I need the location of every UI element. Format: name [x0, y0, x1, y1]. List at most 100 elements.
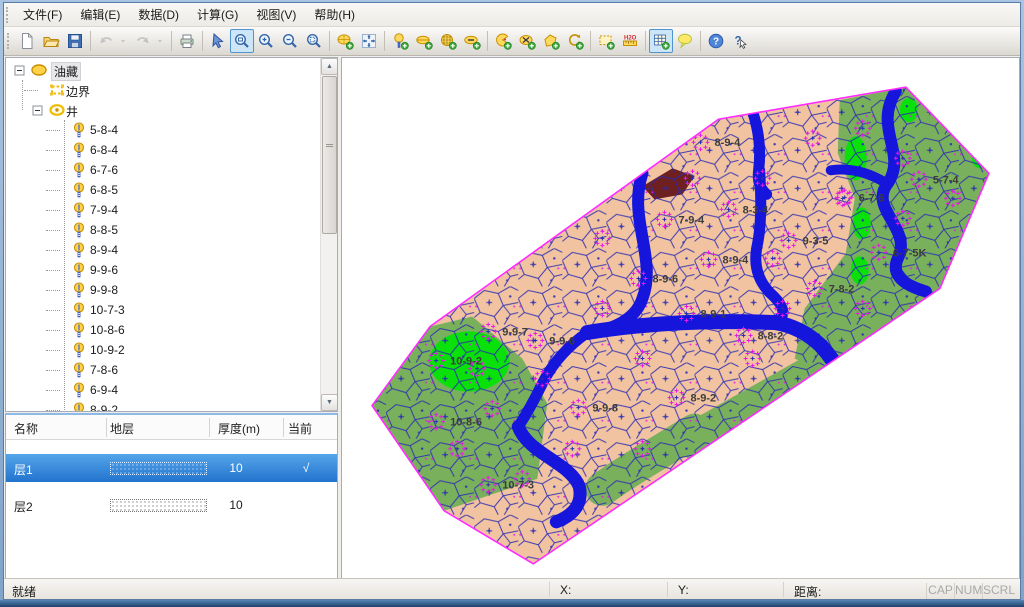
tree-item-label: 6-8-5 [90, 183, 118, 197]
well-icon [70, 361, 88, 379]
tree-item-well-7-8-6[interactable]: 7-8-6 [6, 360, 320, 380]
tree-item-well-9-9-8[interactable]: 9-9-8 [6, 280, 320, 300]
tree-item-well-10-8-6[interactable]: 10-8-6 [6, 320, 320, 340]
status-ready-text: 就绪 [12, 583, 36, 600]
map-svg[interactable]: 8-9-45-7-46-7-68-3-47-9-49-3-56-7-5K8-9-… [342, 58, 1019, 579]
redo-button[interactable] [131, 29, 155, 53]
add-ellipse-line-tool[interactable] [460, 29, 484, 53]
undo-button[interactable] [94, 29, 118, 53]
add-selection-tool[interactable] [594, 29, 618, 53]
menu-item-3[interactable]: 计算(G) [188, 2, 247, 27]
tree-item-well-10-7-3[interactable]: 10-7-3 [6, 300, 320, 320]
status-bar: 就绪 X: Y: 距离: CAPNUMSCRL [4, 578, 1020, 599]
menu-item-5[interactable]: 帮助(H) [305, 2, 364, 27]
generate-grid-tool[interactable] [649, 29, 673, 53]
well-label: 8-3-4 [743, 204, 770, 216]
well-icon [70, 381, 88, 399]
measure-tool[interactable]: H2O [618, 29, 642, 53]
print-button[interactable] [175, 29, 199, 53]
toolbar-separator [329, 31, 330, 51]
tree-item-well-7-9-4[interactable]: 7-9-4 [6, 200, 320, 220]
column-header-0[interactable]: 名称 [14, 420, 38, 437]
tree-item-well-6-8-4[interactable]: 6-8-4 [6, 140, 320, 160]
dd-icon [119, 35, 130, 47]
tree-item-1[interactable]: 边界 [6, 80, 320, 100]
select-tool[interactable] [206, 29, 230, 53]
menu-item-4[interactable]: 视图(V) [247, 2, 305, 27]
layer-name: 层1 [14, 461, 33, 478]
tree-item-well-9-9-6[interactable]: 9-9-6 [6, 260, 320, 280]
add-well-pattern-tool[interactable] [436, 29, 460, 53]
tree-item-well-10-9-2[interactable]: 10-9-2 [6, 340, 320, 360]
scroll-thumb[interactable] [322, 76, 337, 234]
tree-item-well-6-8-5[interactable]: 6-8-5 [6, 180, 320, 200]
well-symbol-icon[interactable] [563, 169, 581, 187]
add-fault-tool[interactable] [491, 29, 515, 53]
tree-scrollbar[interactable]: ▲ ▼ [320, 58, 337, 411]
menu-item-1[interactable]: 编辑(E) [71, 2, 129, 27]
layers-table[interactable]: 名称 地层 厚度(m) 当前 层110√ 层210 [5, 413, 338, 579]
layer-row-层1[interactable]: 层110√ [6, 454, 337, 482]
layer-current-check[interactable]: √ [281, 461, 331, 475]
redo-dropdown[interactable] [155, 29, 168, 53]
scroll-up-button[interactable]: ▲ [321, 58, 338, 75]
stratum-pattern-swatch[interactable] [110, 462, 207, 475]
tree-item-well-8-8-5[interactable]: 8-8-5 [6, 220, 320, 240]
open-button[interactable] [39, 29, 63, 53]
map-canvas[interactable]: 8-9-45-7-46-7-68-3-47-9-49-3-56-7-5K8-9-… [341, 57, 1020, 579]
well-label: 9-9-6 [549, 336, 575, 348]
tree-item-label: 油藏 [52, 63, 80, 80]
column-header-2[interactable]: 厚度(m) [218, 420, 260, 437]
help-button[interactable]: ? [704, 29, 728, 53]
add-ellipse-tool[interactable] [412, 29, 436, 53]
context-help-button[interactable]: ? [728, 29, 752, 53]
reservoir-tree[interactable]: 油藏边界井5-8-4 6-8-4 6-7-6 6-8-5 7-9-48-8-58-9-4… [5, 57, 338, 412]
well-label: 5-7-4 [933, 174, 960, 186]
stratum-pattern-swatch[interactable] [110, 499, 207, 512]
field-fill [342, 58, 1019, 579]
zoom-out-tool[interactable] [278, 29, 302, 53]
layer-row-层2[interactable]: 层210 [6, 491, 337, 519]
menu-item-2[interactable]: 数据(D) [129, 2, 188, 27]
annotation-tool[interactable] [673, 29, 697, 53]
tree-expander-icon[interactable] [14, 65, 25, 76]
toolbar-separator [384, 31, 385, 51]
tree-item-label: 6-8-4 [90, 143, 118, 157]
scroll-down-button[interactable]: ▼ [321, 394, 338, 411]
polyadd-icon [542, 32, 560, 50]
column-header-1[interactable]: 地层 [110, 420, 134, 437]
fit-extent-tool[interactable] [357, 29, 381, 53]
well-icon [70, 141, 88, 159]
well-icon [70, 181, 88, 199]
window-bottom-border [0, 600, 1024, 607]
tree-expander-icon[interactable] [32, 105, 43, 116]
tree-item-2[interactable]: 井 [6, 100, 320, 120]
add-rotate-tool[interactable] [563, 29, 587, 53]
well-symbol-icon[interactable] [513, 239, 531, 257]
menu-items: 文件(F)编辑(E)数据(D)计算(G)视图(V)帮助(H) [14, 2, 364, 27]
tree-item-well-6-7-6[interactable]: 6-7-6 [6, 160, 320, 180]
zoom-extent-tool[interactable] [302, 29, 326, 53]
menu-item-0[interactable]: 文件(F) [14, 2, 71, 27]
save-button[interactable] [63, 29, 87, 53]
well-symbol-icon[interactable] [633, 129, 651, 147]
tree-item-well-8-9-4[interactable]: 8-9-4 [6, 240, 320, 260]
status-toggle-num: NUM [954, 583, 982, 600]
zoom-window-tool[interactable] [230, 29, 254, 53]
tree-item-well-8-9-2[interactable]: 8-9-2 [6, 400, 320, 411]
add-reservoir-tool[interactable] [333, 29, 357, 53]
tree-item-0[interactable]: 油藏 [6, 60, 320, 80]
new-button[interactable] [15, 29, 39, 53]
dashrect-icon [48, 81, 66, 99]
undo-dropdown[interactable] [118, 29, 131, 53]
tree-item-well-6-9-4[interactable]: 6-9-4 [6, 380, 320, 400]
tree-connector [24, 90, 38, 91]
column-header-3[interactable]: 当前 [288, 420, 312, 437]
xadd-icon [518, 32, 536, 50]
add-polygon-tool[interactable] [539, 29, 563, 53]
add-cross-tool[interactable] [515, 29, 539, 53]
add-well-tool[interactable] [388, 29, 412, 53]
tree-item-well-5-8-4[interactable]: 5-8-4 [6, 120, 320, 140]
field-map[interactable]: 8-9-45-7-46-7-68-3-47-9-49-3-56-7-5K8-9-… [342, 58, 1019, 579]
zoom-in-tool[interactable] [254, 29, 278, 53]
